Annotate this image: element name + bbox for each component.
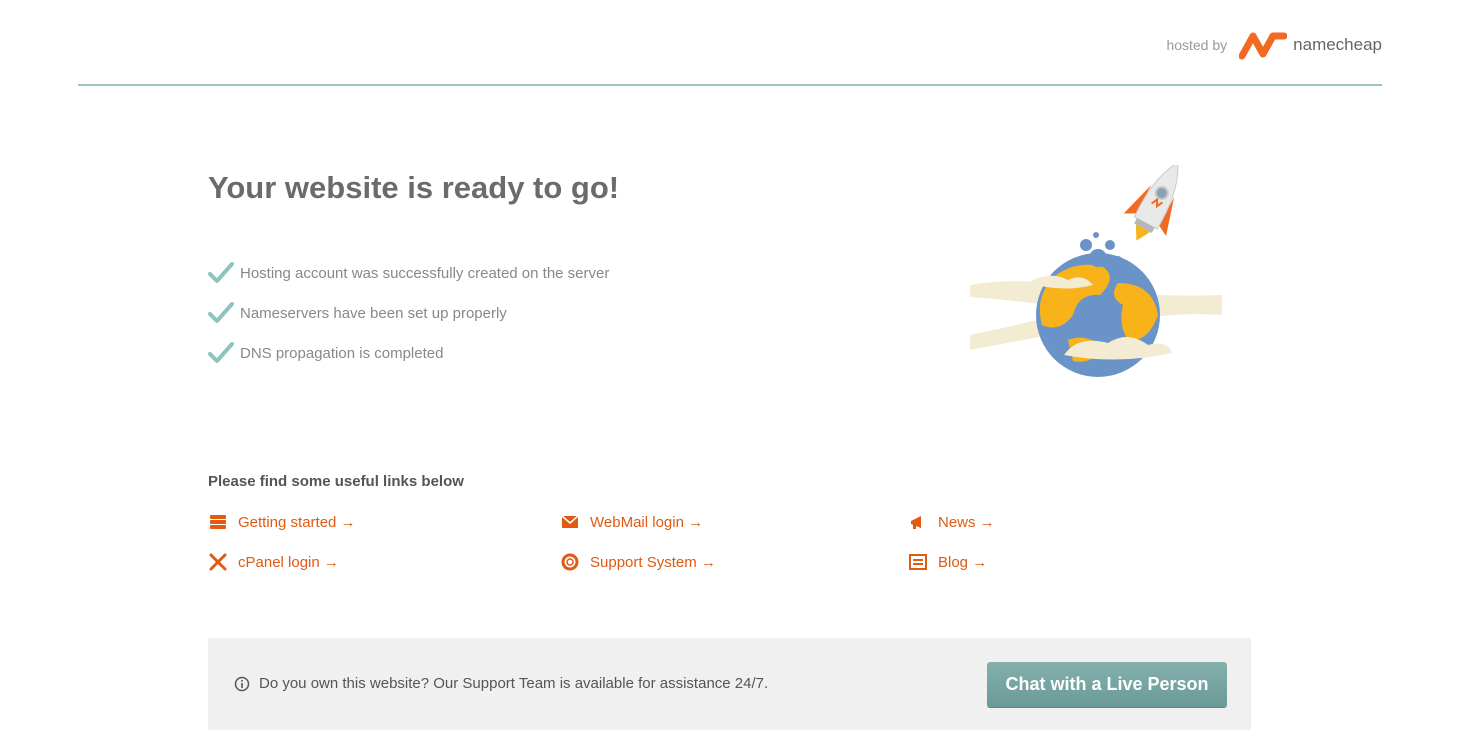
envelope-icon [560,513,580,531]
checkmark-icon [208,342,234,363]
checkmark-icon [208,262,234,283]
link-label: cPanel login → [238,553,339,571]
checklist-text: Nameservers have been set up properly [240,304,507,322]
checklist-text: Hosting account was successfully created… [240,264,610,282]
support-banner: Do you own this website? Our Support Tea… [208,638,1251,730]
link-webmail-login[interactable]: WebMail login → [560,505,908,539]
link-cpanel-login[interactable]: cPanel login → [208,545,560,579]
checkmark-icon [208,302,234,323]
link-label: WebMail login → [590,513,704,531]
checklist-text: DNS propagation is completed [240,344,444,362]
link-label: Getting started → [238,513,356,531]
info-icon [234,676,250,691]
support-text: Do you own this website? Our Support Tea… [259,675,769,692]
header: hosted by namecheap [78,0,1382,86]
hosted-by[interactable]: hosted by namecheap [1166,30,1382,60]
useful-links: Getting started → WebMail login → News →… [208,505,1058,585]
links-title: Please find some useful links below [208,473,464,490]
link-getting-started[interactable]: Getting started → [208,505,560,539]
checklist-item: Nameservers have been set up properly [208,293,609,333]
hosted-by-label: hosted by [1166,37,1228,53]
link-label: News → [938,513,995,531]
link-label: Blog → [938,553,988,571]
link-label: Support System → [590,553,716,571]
link-support-system[interactable]: Support System → [560,545,908,579]
checklist-item: Hosting account was successfully created… [208,253,609,293]
server-icon [208,513,228,531]
page-title: Your website is ready to go! [208,170,620,205]
link-news[interactable]: News → [908,505,1058,539]
brand-name: namecheap [1293,35,1382,54]
lifebuoy-icon [560,553,580,571]
tools-icon [208,553,228,571]
rocket-globe-illustration [970,165,1222,377]
chat-live-person-button[interactable]: Chat with a Live Person [987,662,1227,707]
blog-icon [908,553,928,571]
checklist-item: DNS propagation is completed [208,333,609,373]
status-checklist: Hosting account was successfully created… [208,253,609,373]
link-blog[interactable]: Blog → [908,545,1058,579]
support-info: Do you own this website? Our Support Tea… [234,675,768,692]
bullhorn-icon [908,513,928,531]
namecheap-logo-icon [1239,32,1288,60]
